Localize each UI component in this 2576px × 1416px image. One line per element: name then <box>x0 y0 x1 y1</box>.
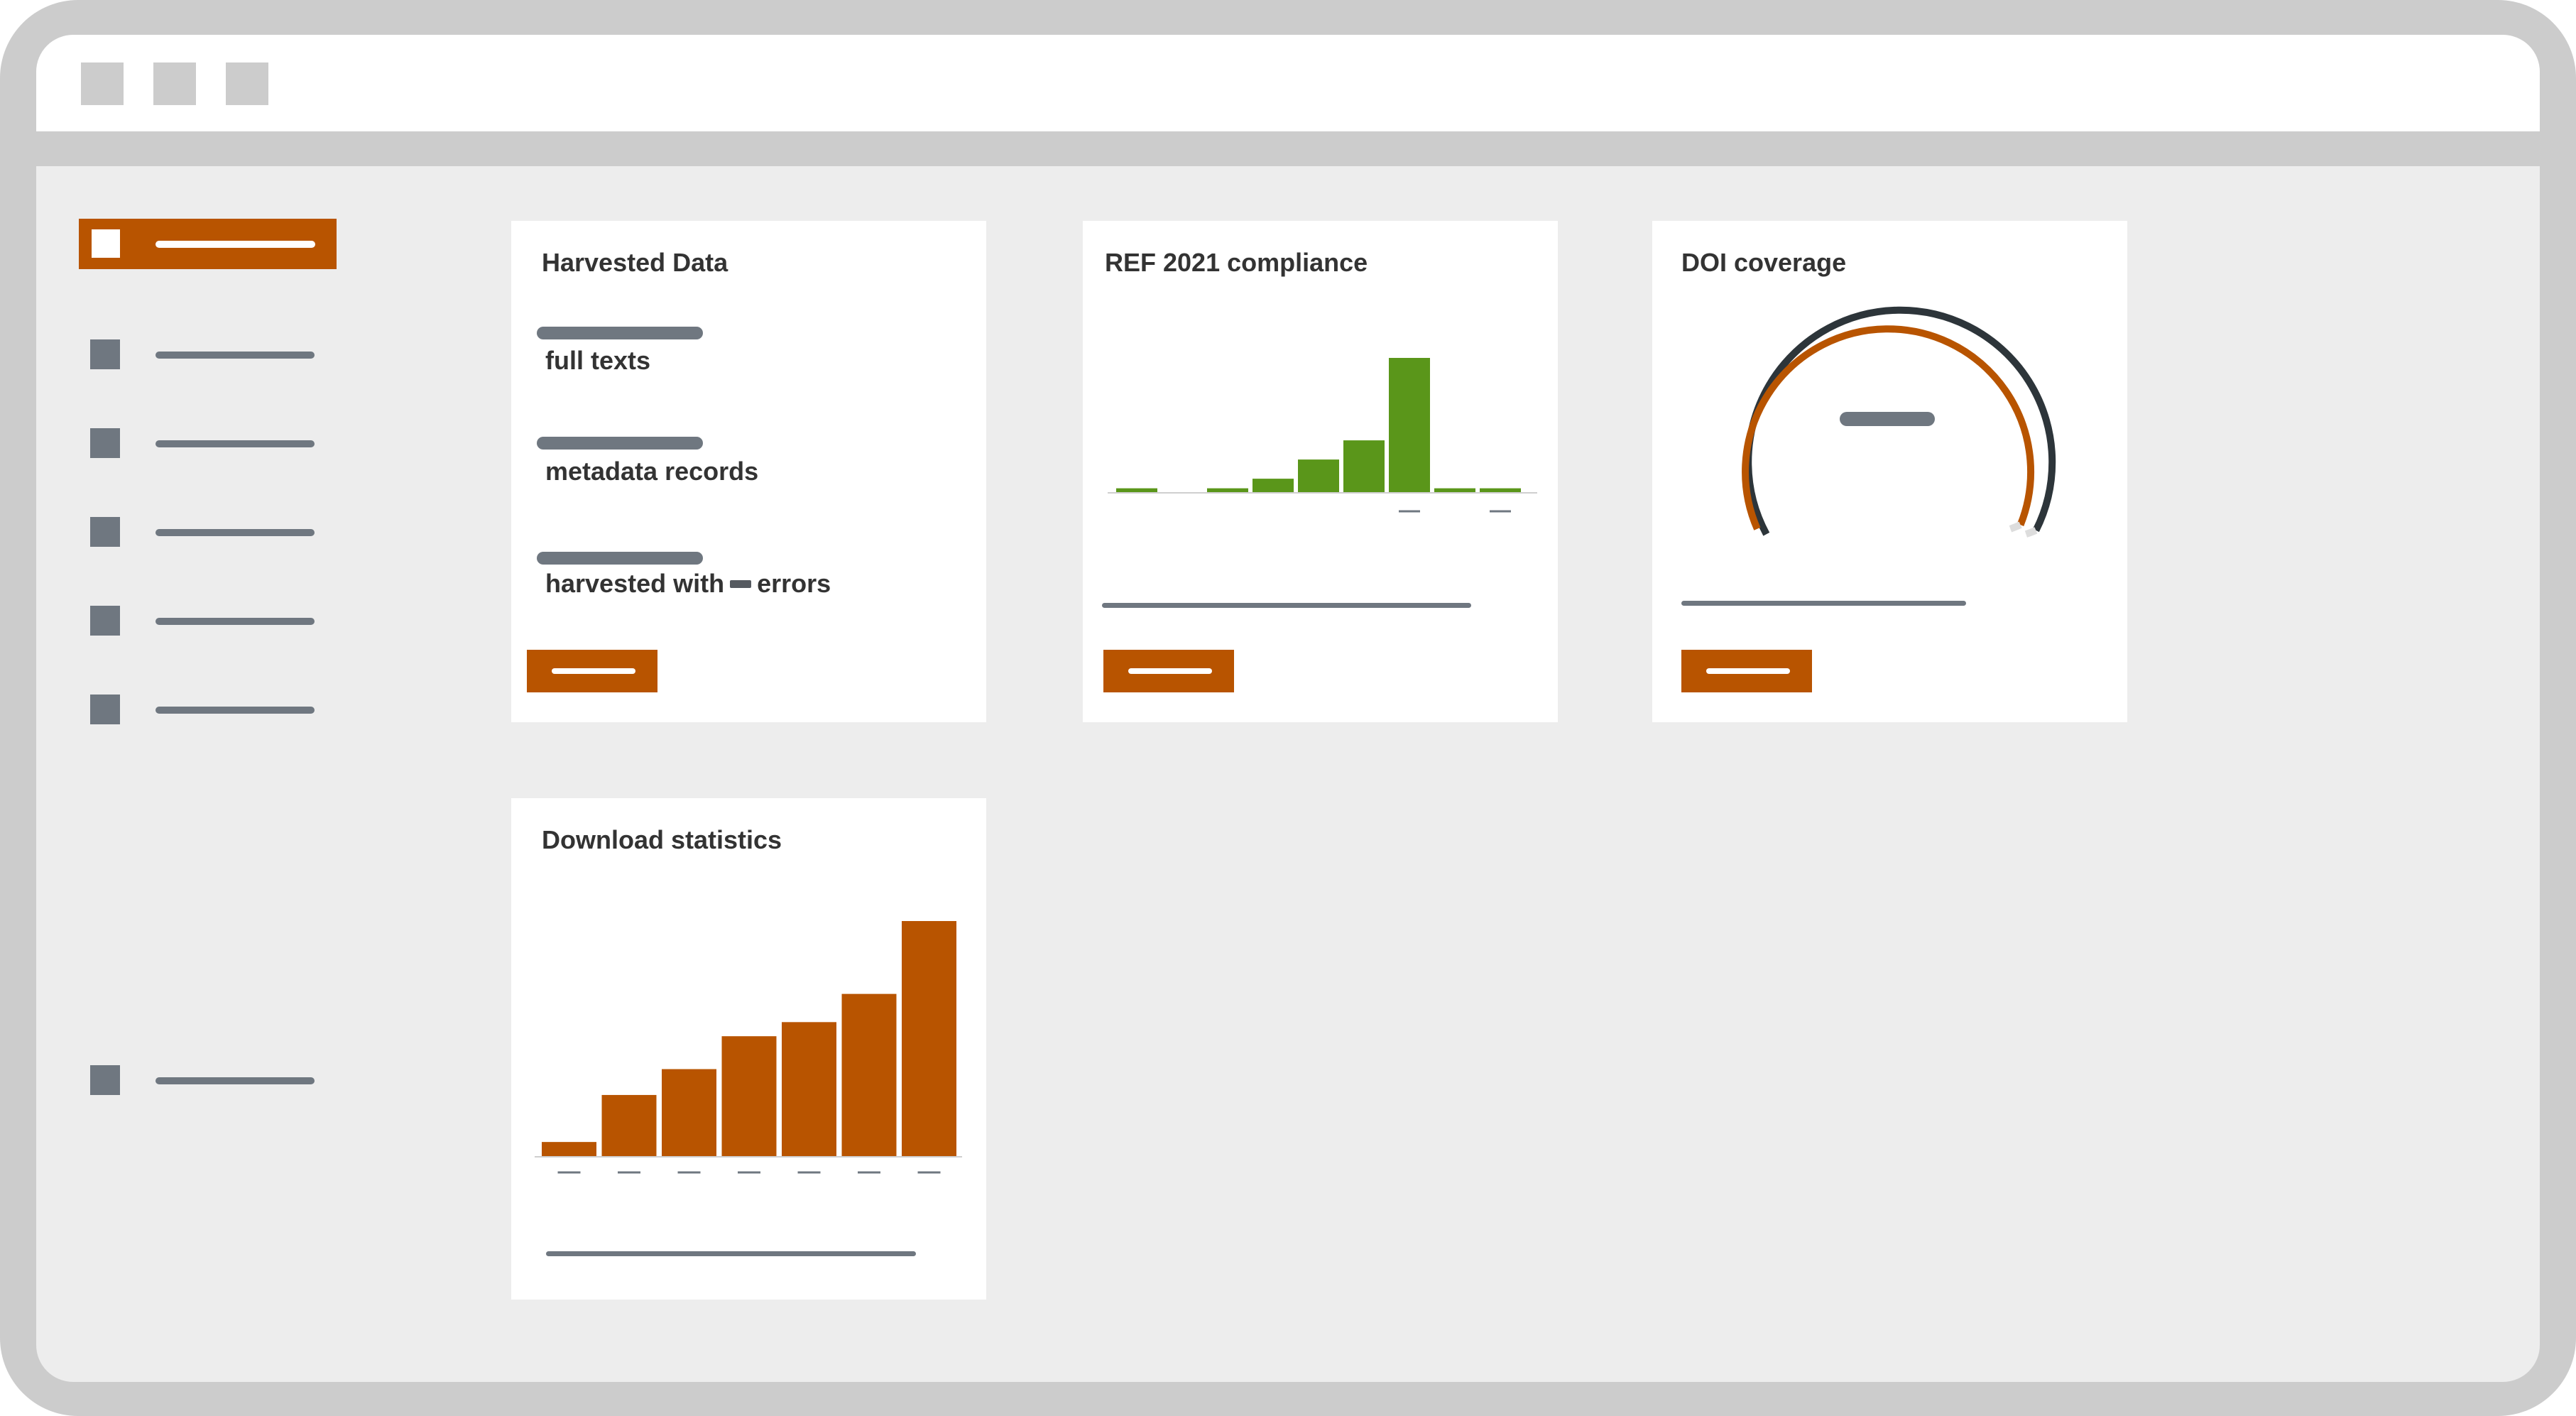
card-title: Harvested Data <box>542 248 728 277</box>
ref-compliance-chart <box>1108 358 1537 513</box>
button-label-placeholder <box>1128 668 1212 674</box>
errors-prefix: harvested with <box>545 569 725 598</box>
chart-bar <box>1434 488 1475 492</box>
chart-bar <box>662 1069 716 1156</box>
chart-bar <box>1207 488 1248 492</box>
chart-bar <box>721 1036 777 1156</box>
full-texts-value-placeholder <box>537 327 703 339</box>
sidebar-icon <box>92 229 120 258</box>
sidebar-icon <box>90 695 120 724</box>
metadata-records-label: metadata records <box>545 457 759 486</box>
sidebar-icon <box>90 339 120 369</box>
sidebar-item-6[interactable] <box>90 695 317 724</box>
sidebar-label-placeholder <box>155 529 315 536</box>
chart-bar <box>1343 440 1385 492</box>
sidebar-item-5[interactable] <box>90 606 317 636</box>
chart-bar <box>902 921 956 1156</box>
metadata-value-placeholder <box>537 437 703 450</box>
chart-bar <box>601 1094 657 1156</box>
sidebar-item-3[interactable] <box>90 428 317 458</box>
downloads-caption-placeholder <box>546 1251 916 1256</box>
doi-coverage-button[interactable] <box>1681 650 1812 692</box>
chart-bar <box>1480 488 1521 492</box>
button-label-placeholder <box>552 668 635 674</box>
sidebar-label-placeholder <box>155 440 315 447</box>
sidebar-label-placeholder <box>155 352 315 359</box>
errors-suffix: errors <box>757 569 831 598</box>
sidebar-icon <box>90 517 120 547</box>
download-statistics-card: Download statistics <box>511 798 986 1300</box>
sidebar-label-placeholder <box>155 241 315 248</box>
harvested-data-card: Harvested Data full texts metadata recor… <box>511 221 986 722</box>
harvested-errors-label: harvested with errors <box>545 569 831 599</box>
doi-coverage-card: DOI coverage <box>1652 221 2127 722</box>
chart-bar <box>1252 479 1294 492</box>
chart-bar <box>1389 358 1430 492</box>
gauge-outer-remainder <box>2024 527 2038 538</box>
sidebar-icon <box>90 1065 120 1095</box>
ref-caption-placeholder <box>1102 603 1471 608</box>
window-control-1[interactable] <box>81 62 124 105</box>
chart-bar <box>782 1022 836 1156</box>
chart-bar <box>1298 459 1339 492</box>
sidebar-item-active[interactable] <box>79 219 337 269</box>
errors-count-placeholder <box>730 579 752 588</box>
sidebar-label-placeholder <box>155 618 315 625</box>
window-control-2[interactable] <box>153 62 196 105</box>
gauge-value-placeholder <box>1840 412 1935 426</box>
button-label-placeholder <box>1706 668 1790 674</box>
sidebar-icon <box>90 606 120 636</box>
full-texts-label: full texts <box>545 346 651 375</box>
doi-caption-placeholder <box>1681 601 1966 606</box>
download-statistics-chart <box>535 921 962 1174</box>
ref-compliance-card: REF 2021 compliance <box>1083 221 1558 722</box>
window-control-3[interactable] <box>226 62 268 105</box>
chart-bar <box>841 993 897 1156</box>
sidebar-item-4[interactable] <box>90 517 317 547</box>
chart-bar <box>542 1142 596 1156</box>
sidebar-label-placeholder <box>155 1077 315 1084</box>
chart-bar <box>1116 488 1157 492</box>
gauge-inner-remainder <box>2009 521 2022 533</box>
ref-compliance-button[interactable] <box>1103 650 1234 692</box>
doi-gauge <box>1742 306 2056 538</box>
sidebar-icon <box>90 428 120 458</box>
sidebar-label-placeholder <box>155 707 315 714</box>
sidebar-item-7[interactable] <box>90 1065 317 1095</box>
errors-value-placeholder <box>537 552 703 565</box>
title-bar <box>36 35 2540 131</box>
harvested-data-button[interactable] <box>527 650 657 692</box>
sidebar-item-2[interactable] <box>90 339 317 369</box>
